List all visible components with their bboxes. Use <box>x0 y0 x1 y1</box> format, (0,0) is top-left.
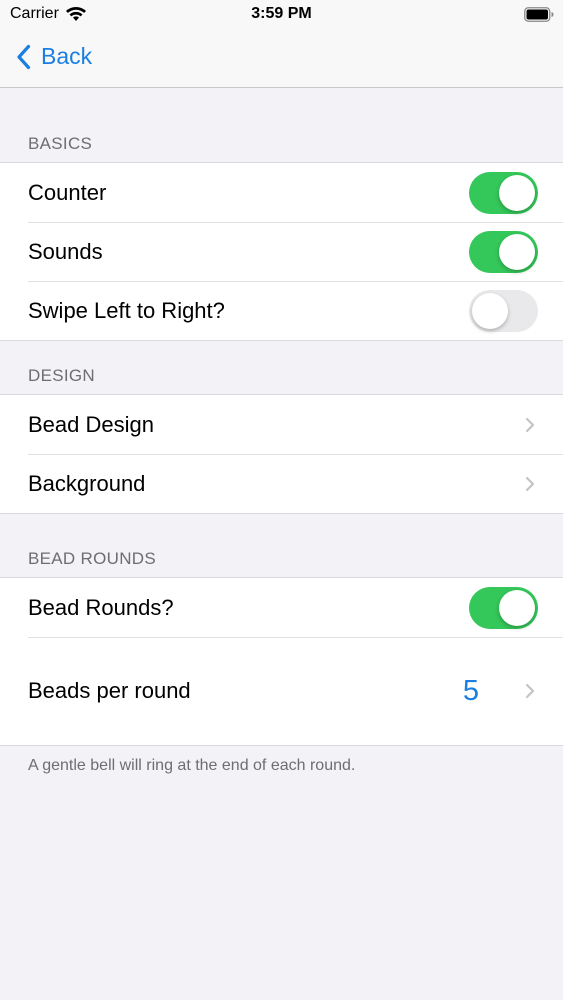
counter-label: Counter <box>28 179 107 205</box>
toggle-knob <box>499 174 535 211</box>
swipe-row: Swipe Left to Right? <box>0 281 563 340</box>
section-header-design: DESIGN <box>28 366 95 385</box>
back-button[interactable]: Back <box>16 43 92 70</box>
bead-design-row[interactable]: Bead Design <box>0 395 563 454</box>
battery-icon <box>524 7 554 22</box>
section-header-bead-rounds: BEAD ROUNDS <box>28 549 156 568</box>
design-group: Bead Design Background <box>0 394 563 514</box>
chevron-right-icon <box>525 683 535 699</box>
sounds-row: Sounds <box>0 222 563 281</box>
bead-rounds-group: Bead Rounds? Beads per round 5 <box>0 577 563 746</box>
toggle-knob <box>472 292 508 329</box>
status-time: 3:59 PM <box>251 5 312 22</box>
chevron-left-icon <box>16 44 31 70</box>
swipe-toggle[interactable] <box>469 289 538 332</box>
toggle-knob <box>499 233 535 270</box>
background-row[interactable]: Background <box>0 454 563 513</box>
basics-group: Counter Sounds Swipe Left to Right? <box>0 162 563 341</box>
section-header-basics: BASICS <box>28 134 93 153</box>
swipe-label: Swipe Left to Right? <box>28 297 225 323</box>
sounds-label: Sounds <box>28 238 103 264</box>
bead-design-label: Bead Design <box>28 411 154 437</box>
chevron-right-icon <box>525 417 535 433</box>
background-label: Background <box>28 470 146 496</box>
counter-row: Counter <box>0 163 563 222</box>
counter-toggle[interactable] <box>469 171 538 214</box>
sounds-toggle[interactable] <box>469 230 538 273</box>
back-label: Back <box>41 43 93 69</box>
bead-rounds-label: Bead Rounds? <box>28 594 174 620</box>
beads-per-round-label: Beads per round <box>28 678 191 703</box>
chevron-right-icon <box>525 476 535 492</box>
bead-rounds-footer-note: A gentle bell will ring at the end of ea… <box>28 757 356 774</box>
bead-rounds-toggle[interactable] <box>469 586 538 629</box>
navigation-bar: Back <box>0 30 563 88</box>
bead-rounds-row: Bead Rounds? <box>0 578 563 637</box>
beads-per-round-value: 5 <box>462 674 479 707</box>
beads-per-round-row[interactable]: Beads per round 5 <box>0 637 563 745</box>
toggle-knob <box>499 589 535 626</box>
status-bar: Carrier 3:59 PM <box>0 0 563 30</box>
